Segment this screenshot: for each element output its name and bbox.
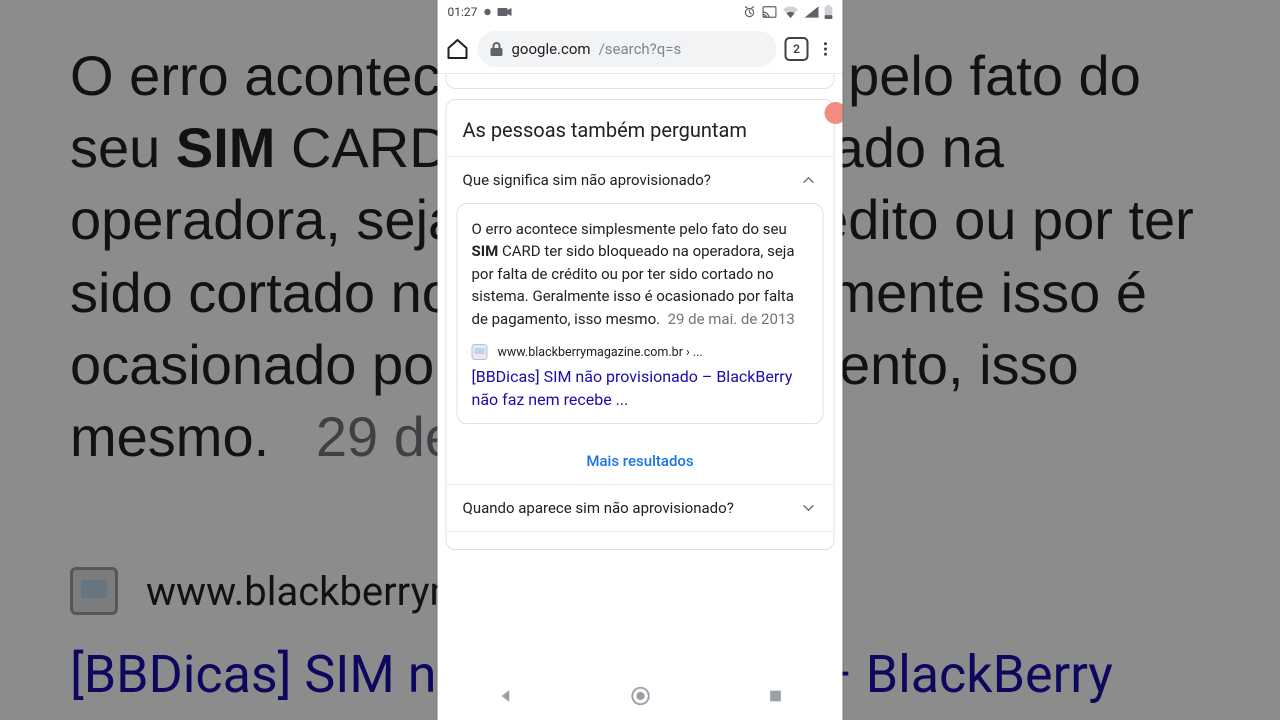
paa-question-1-text: Que significa sim não aprovisionado? (463, 171, 711, 189)
more-results-link[interactable]: Mais resultados (447, 436, 834, 484)
paa-answer-body: O erro acontece simplesmente pelo fato d… (472, 218, 809, 331)
paa-answer-pre: O erro acontece simplesmente pelo fato d… (472, 220, 787, 238)
paa-question-3-peek[interactable]: . (447, 531, 834, 549)
dot-icon (483, 8, 491, 16)
nav-recents-button[interactable] (745, 680, 805, 712)
paa-answer-title-link[interactable]: [BBDicas] SIM não provisionado – BlackBe… (472, 366, 809, 411)
paa-answer-card: O erro acontece simplesmente pelo fato d… (457, 203, 824, 424)
battery-icon (825, 5, 833, 19)
paa-answer-source[interactable]: www.blackberrymagazine.com.br › ... (472, 344, 809, 360)
nav-home-button[interactable] (610, 680, 670, 712)
browser-toolbar: google.com/search?q=s 2 (438, 24, 843, 74)
phone-frame: 01:27 google.com/search?q=s 2 tenha sido… (438, 0, 843, 720)
paa-header: As pessoas também perguntam (447, 100, 834, 156)
wifi-icon (783, 6, 799, 18)
android-nav-bar (438, 672, 843, 720)
url-bar[interactable]: google.com/search?q=s (478, 31, 777, 67)
paa-answer-bold: SIM (472, 242, 499, 260)
url-host: google.com (512, 40, 591, 58)
nav-back-button[interactable] (475, 680, 535, 712)
camera-icon (497, 7, 511, 17)
favicon-icon (472, 344, 488, 360)
backdrop-bold: SIM (176, 116, 276, 179)
home-icon[interactable] (446, 37, 470, 61)
tab-switcher[interactable]: 2 (785, 37, 809, 61)
lock-icon (490, 41, 504, 57)
chevron-down-icon (800, 499, 818, 517)
alarm-icon (743, 5, 757, 19)
tab-count: 2 (793, 42, 800, 56)
paa-question-2[interactable]: Quando aparece sim não aprovisionado? (447, 484, 834, 531)
favicon-icon (70, 567, 118, 615)
url-path: /search?q=s (599, 40, 682, 58)
previous-result-card[interactable]: tenha sido realizado de forma correta. (446, 74, 835, 89)
signal-icon (805, 6, 819, 18)
recording-dot-icon (825, 102, 843, 124)
paa-card: As pessoas também perguntam Que signific… (446, 99, 835, 550)
page-content[interactable]: tenha sido realizado de forma correta. A… (438, 74, 843, 672)
paa-answer-source-host: www.blackberrymagazine.com.br › ... (498, 345, 703, 360)
more-icon[interactable] (817, 40, 835, 58)
paa-question-2-text: Quando aparece sim não aprovisionado? (463, 499, 734, 517)
paa-question-1[interactable]: Que significa sim não aprovisionado? (447, 157, 834, 203)
chevron-up-icon (800, 171, 818, 189)
status-bar: 01:27 (438, 0, 843, 24)
paa-answer-date: 29 de mai. de 2013 (668, 310, 795, 328)
cast-icon (763, 6, 777, 18)
status-time: 01:27 (448, 5, 478, 19)
